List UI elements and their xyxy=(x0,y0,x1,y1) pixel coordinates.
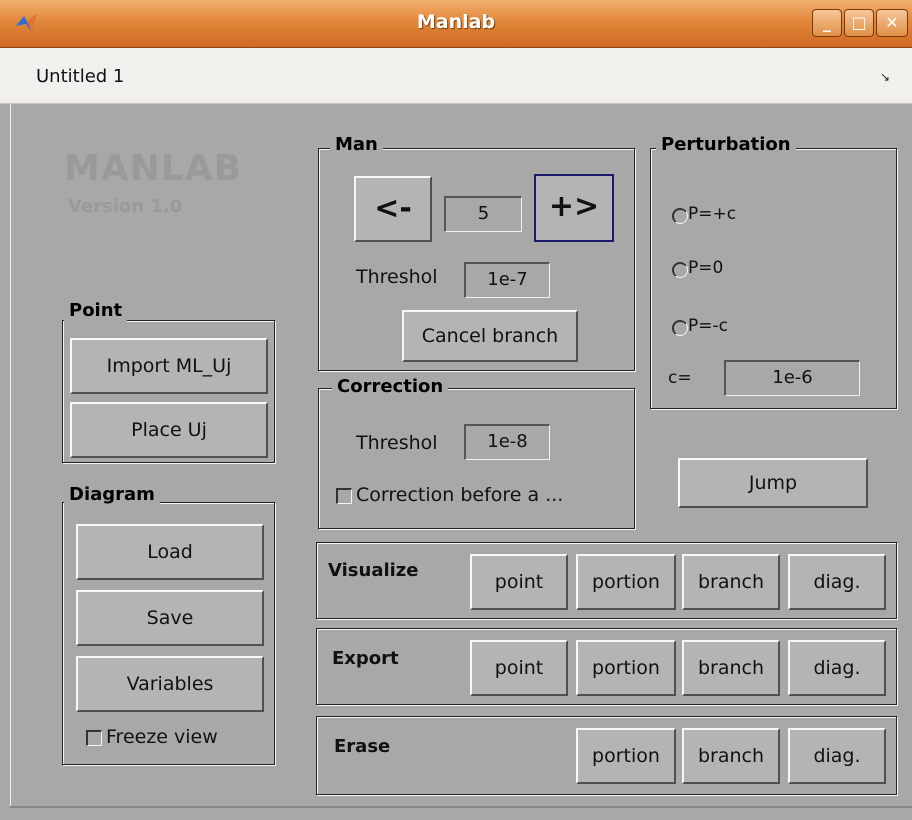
c-value-field[interactable]: 1e-6 xyxy=(724,360,860,396)
correction-threshold-field[interactable]: 1e-8 xyxy=(464,424,550,460)
export-point-button[interactable]: point xyxy=(470,640,568,696)
freeze-view-checkbox[interactable] xyxy=(86,730,102,746)
document-title[interactable]: Untitled 1 xyxy=(36,50,124,104)
next-step-button[interactable]: +> xyxy=(534,174,614,242)
radio-p-zero[interactable] xyxy=(672,262,688,278)
dock-arrow-icon[interactable]: ↘ xyxy=(880,70,890,84)
export-panel-title: Export xyxy=(332,648,399,669)
radio-p-minus-c-label: P=-c xyxy=(688,316,728,336)
man-panel-title: Man xyxy=(330,134,383,156)
manlab-logo: MANLAB xyxy=(64,148,243,189)
import-ml-uj-button[interactable]: Import ML_Uj xyxy=(70,338,268,394)
place-uj-button[interactable]: Place Uj xyxy=(70,402,268,458)
visualize-panel-title: Visualize xyxy=(328,560,419,581)
freeze-view-label: Freeze view xyxy=(106,726,218,748)
variables-button[interactable]: Variables xyxy=(76,656,264,712)
maximize-button[interactable]: □ xyxy=(844,9,874,37)
correction-before-checkbox[interactable] xyxy=(336,488,352,504)
document-bar xyxy=(0,48,912,104)
bottom-divider xyxy=(10,806,912,808)
erase-panel-title: Erase xyxy=(334,736,391,757)
cancel-branch-button[interactable]: Cancel branch xyxy=(402,310,578,362)
radio-p-zero-label: P=0 xyxy=(688,258,724,278)
radio-p-plus-c-label: P=+c xyxy=(688,204,737,224)
step-count-field[interactable]: 5 xyxy=(444,196,522,232)
export-branch-button[interactable]: branch xyxy=(682,640,780,696)
correction-panel-title: Correction xyxy=(332,376,449,398)
window-title: Manlab xyxy=(416,11,496,33)
radio-p-minus-c[interactable] xyxy=(672,320,688,336)
visualize-portion-button[interactable]: portion xyxy=(576,554,676,610)
visualize-point-button[interactable]: point xyxy=(470,554,568,610)
visualize-branch-button[interactable]: branch xyxy=(682,554,780,610)
c-value-label: c= xyxy=(668,368,692,388)
previous-step-button[interactable]: <- xyxy=(354,176,432,242)
man-threshold-field[interactable]: 1e-7 xyxy=(464,262,550,298)
radio-p-plus-c[interactable] xyxy=(672,208,688,224)
minimize-button[interactable]: _ xyxy=(812,9,842,37)
diagram-panel-title: Diagram xyxy=(64,484,160,506)
correction-threshold-label: Threshol xyxy=(356,432,438,454)
perturbation-panel-title: Perturbation xyxy=(656,134,796,156)
man-threshold-label: Threshol xyxy=(356,266,438,288)
erase-branch-button[interactable]: branch xyxy=(682,728,780,784)
load-button[interactable]: Load xyxy=(76,524,264,580)
erase-diag-button[interactable]: diag. xyxy=(788,728,886,784)
jump-button[interactable]: Jump xyxy=(678,458,868,508)
version-label: Version 1.0 xyxy=(68,196,183,217)
visualize-diag-button[interactable]: diag. xyxy=(788,554,886,610)
erase-portion-button[interactable]: portion xyxy=(576,728,676,784)
export-portion-button[interactable]: portion xyxy=(576,640,676,696)
save-button[interactable]: Save xyxy=(76,590,264,646)
export-diag-button[interactable]: diag. xyxy=(788,640,886,696)
point-panel-title: Point xyxy=(64,300,128,322)
close-button[interactable]: ✕ xyxy=(876,9,908,37)
correction-before-label: Correction before a ... xyxy=(356,484,564,506)
